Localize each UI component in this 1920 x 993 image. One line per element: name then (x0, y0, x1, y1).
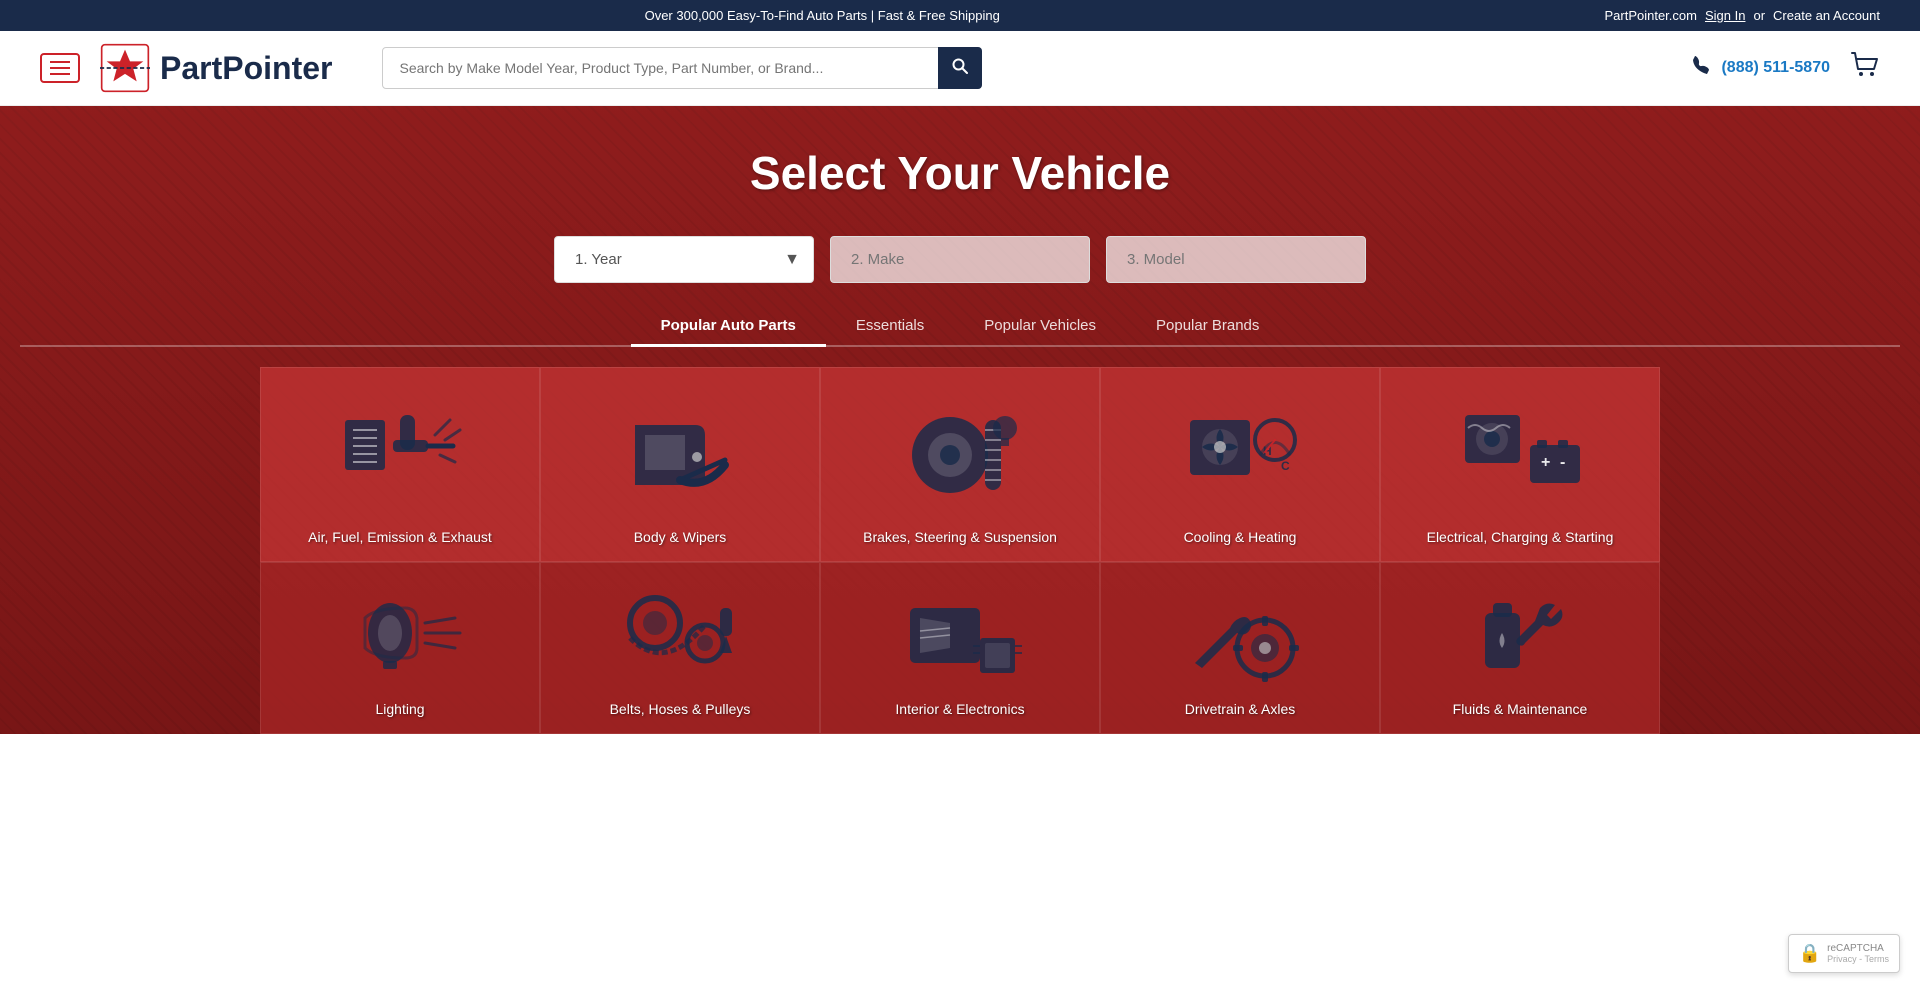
hero-section: Select Your Vehicle 1. Year ▼ Popular Au… (0, 106, 1920, 734)
search-input[interactable] (382, 47, 982, 89)
tab-popular-brands[interactable]: Popular Brands (1126, 307, 1289, 347)
search-icon (952, 58, 968, 74)
tabs-bar: Popular Auto Parts Essentials Popular Ve… (20, 307, 1900, 347)
hamburger-line (50, 73, 70, 75)
part-label-lighting: Lighting (375, 701, 424, 717)
part-icon-interior (831, 583, 1089, 693)
model-input[interactable] (1106, 236, 1366, 283)
part-label-belts: Belts, Hoses & Pulleys (610, 701, 751, 717)
part-card-fluids[interactable]: Fluids & Maintenance (1380, 562, 1660, 734)
part-icon-belts (551, 583, 809, 693)
banner-right: PartPointer.com Sign In or Create an Acc… (1604, 8, 1880, 23)
recaptcha-badge: 🔒 reCAPTCHA Privacy - Terms (1788, 934, 1900, 973)
part-icon-drivetrain (1111, 583, 1369, 693)
part-icon-fluids (1391, 583, 1649, 693)
or-text: or (1753, 8, 1765, 23)
phone-number[interactable]: (888) 511-5870 (1721, 59, 1830, 77)
parts-grid-row2: Lighting (260, 562, 1660, 734)
year-select-wrapper: 1. Year ▼ (554, 236, 814, 283)
part-card-cooling[interactable]: H C Cooling & Heating (1100, 367, 1380, 562)
top-banner: Over 300,000 Easy-To-Find Auto Parts | F… (0, 0, 1920, 31)
logo-text: PartPointer (160, 50, 332, 87)
hamburger-line (50, 67, 70, 69)
part-label-brakes: Brakes, Steering & Suspension (863, 529, 1057, 545)
part-card-belts[interactable]: Belts, Hoses & Pulleys (540, 562, 820, 734)
make-select-wrapper (830, 236, 1090, 283)
part-label-body-wipers: Body & Wipers (634, 529, 727, 545)
cart-icon[interactable] (1850, 51, 1880, 86)
svg-text:-: - (1560, 454, 1565, 471)
part-label-air-fuel: Air, Fuel, Emission & Exhaust (308, 529, 492, 545)
part-label-cooling: Cooling & Heating (1184, 529, 1297, 545)
make-input[interactable] (830, 236, 1090, 283)
vehicle-selectors: 1. Year ▼ (20, 236, 1900, 283)
hero-title: Select Your Vehicle (20, 146, 1900, 200)
phone-icon (1691, 54, 1713, 82)
part-icon-cooling: H C (1111, 388, 1369, 521)
site-name-link[interactable]: PartPointer.com (1604, 8, 1697, 23)
part-card-drivetrain[interactable]: Drivetrain & Axles (1100, 562, 1380, 734)
search-bar-container (382, 47, 982, 89)
hamburger-button[interactable] (40, 53, 80, 83)
tab-essentials[interactable]: Essentials (826, 307, 954, 347)
part-card-lighting[interactable]: Lighting (260, 562, 540, 734)
part-label-drivetrain: Drivetrain & Axles (1185, 701, 1295, 717)
svg-text:C: C (1281, 459, 1290, 473)
part-label-interior: Interior & Electronics (895, 701, 1024, 717)
header: PartPointer (888) 511-5870 (0, 31, 1920, 106)
signin-link[interactable]: Sign In (1705, 8, 1745, 23)
logo-link[interactable]: PartPointer (100, 43, 332, 93)
year-select[interactable]: 1. Year (554, 236, 814, 283)
recaptcha-text: reCAPTCHA Privacy - Terms (1827, 943, 1889, 964)
recaptcha-icon: 🔒 (1799, 943, 1821, 964)
part-icon-lighting (271, 583, 529, 693)
part-label-fluids: Fluids & Maintenance (1453, 701, 1588, 717)
part-card-brakes[interactable]: Brakes, Steering & Suspension (820, 367, 1100, 562)
tab-popular-vehicles[interactable]: Popular Vehicles (954, 307, 1126, 347)
phone-section: (888) 511-5870 (1691, 54, 1830, 82)
part-card-body-wipers[interactable]: Body & Wipers (540, 367, 820, 562)
part-icon-brakes (831, 388, 1089, 521)
part-card-electrical[interactable]: + - Electrical, Charging & Starting (1380, 367, 1660, 562)
part-icon-electrical: + - (1391, 388, 1649, 521)
part-icon-body-wipers (551, 388, 809, 521)
search-button[interactable] (938, 47, 982, 89)
part-card-interior[interactable]: Interior & Electronics (820, 562, 1100, 734)
part-icon-air-fuel (271, 388, 529, 521)
create-account-link[interactable]: Create an Account (1773, 8, 1880, 23)
hero-content: Select Your Vehicle 1. Year ▼ Popular Au… (0, 106, 1920, 367)
recaptcha-label: reCAPTCHA (1827, 943, 1889, 954)
tabs-section: Popular Auto Parts Essentials Popular Ve… (20, 307, 1900, 347)
part-card-air-fuel[interactable]: Air, Fuel, Emission & Exhaust (260, 367, 540, 562)
banner-center: Over 300,000 Easy-To-Find Auto Parts | F… (40, 8, 1604, 23)
hamburger-line (50, 61, 70, 63)
header-right: (888) 511-5870 (1691, 51, 1880, 86)
tab-popular-auto-parts[interactable]: Popular Auto Parts (631, 307, 826, 347)
parts-section: Air, Fuel, Emission & Exhaust Body & Wi (0, 367, 1920, 734)
logo-icon (100, 43, 150, 93)
model-select-wrapper (1106, 236, 1366, 283)
svg-text:+: + (1541, 454, 1550, 471)
recaptcha-links: Privacy - Terms (1827, 954, 1889, 964)
part-label-electrical: Electrical, Charging & Starting (1427, 529, 1614, 545)
parts-grid-row1: Air, Fuel, Emission & Exhaust Body & Wi (260, 367, 1660, 562)
